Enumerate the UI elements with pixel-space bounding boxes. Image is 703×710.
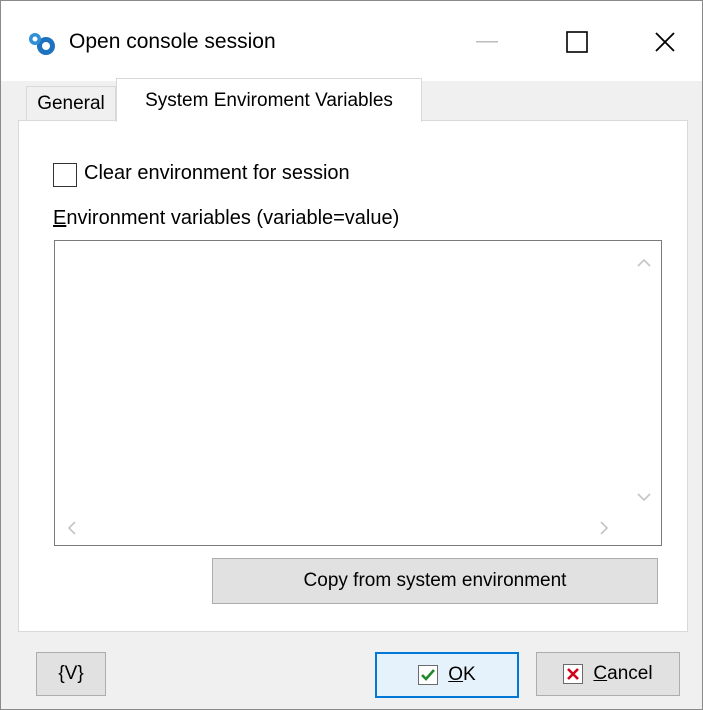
vertical-scrollbar[interactable] <box>627 241 661 511</box>
env-label-mnemonic: E <box>53 207 67 229</box>
scroll-right-icon[interactable] <box>599 520 609 539</box>
variable-button-label: {V} <box>58 663 84 684</box>
horizontal-scrollbar[interactable] <box>55 512 627 545</box>
app-gears-icon <box>29 33 55 55</box>
tab-general[interactable]: General <box>26 86 116 121</box>
env-label-rest: nvironment variables (variable=value) <box>66 207 400 229</box>
tab-system-environment-variables[interactable]: System Enviroment Variables <box>116 78 422 122</box>
clear-environment-checkbox[interactable] <box>53 163 77 187</box>
insert-variable-button[interactable]: {V} <box>36 652 106 696</box>
maximize-icon <box>566 31 588 53</box>
scroll-down-icon[interactable] <box>636 487 652 505</box>
copy-button-label: Copy from system environment <box>303 570 567 591</box>
ok-mnemonic: O <box>448 664 464 685</box>
window-title: Open console session <box>69 30 276 53</box>
maximize-button[interactable] <box>549 19 605 65</box>
close-icon <box>655 32 675 52</box>
minimize-icon <box>476 41 498 43</box>
tab-sysenv-label: System Enviroment Variables <box>145 89 393 111</box>
cancel-rest: ancel <box>607 663 653 684</box>
checkmark-icon <box>418 665 439 685</box>
scroll-left-icon[interactable] <box>67 520 77 539</box>
scroll-up-icon[interactable] <box>636 253 652 271</box>
environment-variables-label: Environment variables (variable=value) <box>53 207 399 230</box>
clear-environment-label[interactable]: Clear environment for session <box>84 162 350 185</box>
tab-general-label: General <box>37 93 105 114</box>
minimize-button[interactable] <box>459 19 515 65</box>
copy-from-system-environment-button[interactable]: Copy from system environment <box>212 558 658 604</box>
cancel-button[interactable]: Cancel <box>536 652 680 696</box>
cancel-button-label: Cancel <box>593 663 652 685</box>
cancel-x-icon <box>563 664 584 684</box>
environment-variables-textarea[interactable] <box>54 240 662 546</box>
ok-button[interactable]: OK <box>375 652 519 698</box>
cancel-mnemonic: C <box>593 663 608 684</box>
close-button[interactable] <box>637 19 693 65</box>
ok-rest: K <box>463 664 476 685</box>
title-bar[interactable]: Open console session <box>1 1 702 81</box>
ok-button-label: OK <box>448 664 475 686</box>
